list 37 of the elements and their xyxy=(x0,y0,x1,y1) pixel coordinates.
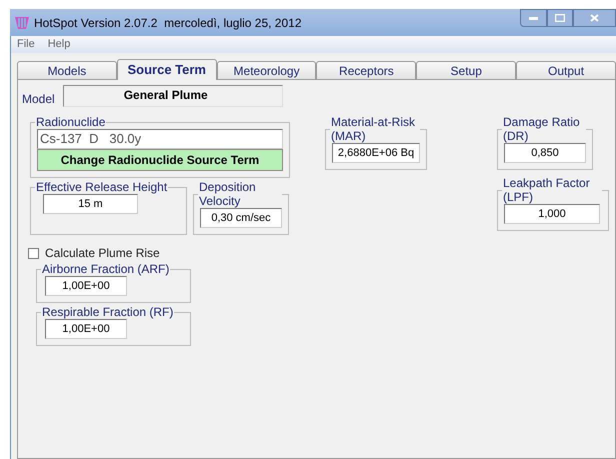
group-label: Radionuclide xyxy=(35,115,106,129)
app-icon xyxy=(14,14,30,30)
change-radionuclide-button[interactable]: Change Radionuclide Source Term xyxy=(37,149,283,171)
group-label: Leakpath Factor (LPF) xyxy=(502,176,591,204)
group-label: Effective Release Height xyxy=(35,180,168,194)
group-label: Damage Ratio (DR) xyxy=(502,115,581,143)
menu-item[interactable]: Help xyxy=(48,36,70,53)
input-field[interactable]: 0,30 cm/sec xyxy=(200,208,282,228)
input-field[interactable]: 0,850 xyxy=(504,143,586,163)
group-label: Airborne Fraction (ARF) xyxy=(41,262,170,276)
group-label: Respirable Fraction (RF) xyxy=(41,305,174,319)
checkbox[interactable] xyxy=(28,248,39,258)
minimize-icon xyxy=(529,16,538,20)
input-field[interactable]: 15 m xyxy=(43,194,138,214)
tab[interactable]: Output xyxy=(516,61,616,79)
group-label: Deposition Velocity xyxy=(198,180,257,208)
window-title: HotSpot Version 2.07.2 mercoledì, luglio 25, 2012 xyxy=(34,14,302,32)
tab[interactable]: Meteorology xyxy=(216,61,316,79)
checkbox-label: Calculate Plume Rise xyxy=(45,245,160,262)
input-field[interactable]: 2,6880E+06 Bq xyxy=(332,143,420,163)
tab[interactable]: Receptors xyxy=(316,61,416,79)
menu-item[interactable]: File xyxy=(17,36,35,53)
close-icon xyxy=(590,14,599,22)
maximize-icon xyxy=(555,14,565,22)
input-field[interactable]: 1,00E+00 xyxy=(45,276,127,296)
tab[interactable]: Setup xyxy=(416,61,516,79)
tab[interactable]: Models xyxy=(17,61,117,79)
group-label: Material-at-Risk (MAR) xyxy=(330,115,416,143)
minimize-button[interactable] xyxy=(520,9,547,27)
model-label: Model xyxy=(22,91,55,108)
tab[interactable]: Source Term xyxy=(116,59,217,80)
close-button[interactable] xyxy=(573,9,616,27)
input-field[interactable]: 1,00E+00 xyxy=(45,319,127,339)
maximize-button[interactable] xyxy=(547,9,573,27)
model-field: General Plume xyxy=(62,85,283,107)
input-field[interactable]: 1,000 xyxy=(504,204,600,224)
input-field[interactable]: Cs-137 D 30.0y xyxy=(37,129,283,149)
